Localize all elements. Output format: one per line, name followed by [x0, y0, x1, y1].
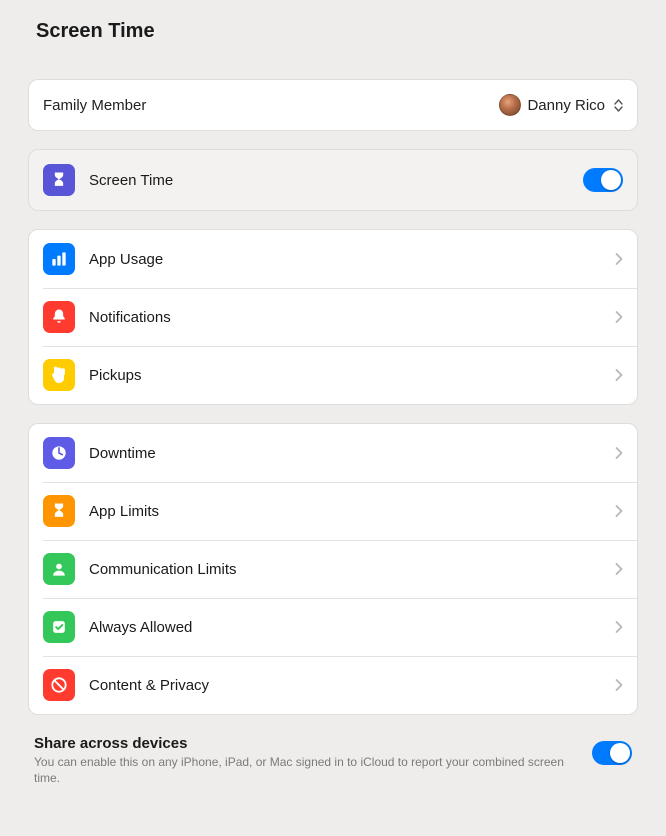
limits-list: Downtime App Limits Communication Limits	[28, 423, 638, 715]
chevron-right-icon	[615, 253, 623, 265]
chevron-right-icon	[615, 621, 623, 633]
downtime-row[interactable]: Downtime	[29, 424, 637, 482]
no-symbol-icon	[43, 669, 75, 701]
always-allowed-row[interactable]: Always Allowed	[29, 598, 637, 656]
family-member-selector[interactable]: Family Member Danny Rico	[29, 80, 637, 130]
app-usage-row[interactable]: App Usage	[29, 230, 637, 288]
page-title: Screen Time	[28, 20, 638, 43]
share-toggle[interactable]	[592, 741, 632, 765]
family-member-name: Danny Rico	[527, 97, 605, 114]
share-title: Share across devices	[34, 735, 578, 752]
downtime-label: Downtime	[89, 445, 615, 462]
share-text: Share across devices You can enable this…	[34, 735, 578, 786]
always-allowed-label: Always Allowed	[89, 619, 615, 636]
usage-list: App Usage Notifications Pickups	[28, 229, 638, 405]
hourglass-icon	[43, 164, 75, 196]
bell-icon	[43, 301, 75, 333]
screen-time-toggle-card: Screen Time	[28, 149, 638, 211]
pickups-row[interactable]: Pickups	[29, 346, 637, 404]
content-privacy-label: Content & Privacy	[89, 677, 615, 694]
family-member-value: Danny Rico	[499, 94, 623, 116]
family-member-label: Family Member	[43, 97, 499, 114]
family-member-card: Family Member Danny Rico	[28, 79, 638, 131]
chevron-right-icon	[615, 679, 623, 691]
screen-time-toggle[interactable]	[583, 168, 623, 192]
screen-time-toggle-row: Screen Time	[29, 150, 637, 210]
avatar	[499, 94, 521, 116]
pickups-label: Pickups	[89, 367, 615, 384]
notifications-label: Notifications	[89, 309, 615, 326]
chevron-right-icon	[615, 311, 623, 323]
chevron-right-icon	[615, 369, 623, 381]
app-usage-label: App Usage	[89, 251, 615, 268]
notifications-row[interactable]: Notifications	[29, 288, 637, 346]
share-across-devices-section: Share across devices You can enable this…	[28, 733, 638, 786]
chevron-right-icon	[615, 447, 623, 459]
app-limits-label: App Limits	[89, 503, 615, 520]
chart-icon	[43, 243, 75, 275]
communication-limits-label: Communication Limits	[89, 561, 615, 578]
hourglass-icon	[43, 495, 75, 527]
chevron-right-icon	[615, 505, 623, 517]
communication-limits-row[interactable]: Communication Limits	[29, 540, 637, 598]
share-description: You can enable this on any iPhone, iPad,…	[34, 754, 578, 786]
content-privacy-row[interactable]: Content & Privacy	[29, 656, 637, 714]
chevron-updown-icon	[613, 97, 623, 113]
chevron-right-icon	[615, 563, 623, 575]
person-bubble-icon	[43, 553, 75, 585]
moon-clock-icon	[43, 437, 75, 469]
app-limits-row[interactable]: App Limits	[29, 482, 637, 540]
checkmark-shield-icon	[43, 611, 75, 643]
screen-time-label: Screen Time	[89, 172, 583, 189]
hand-icon	[43, 359, 75, 391]
